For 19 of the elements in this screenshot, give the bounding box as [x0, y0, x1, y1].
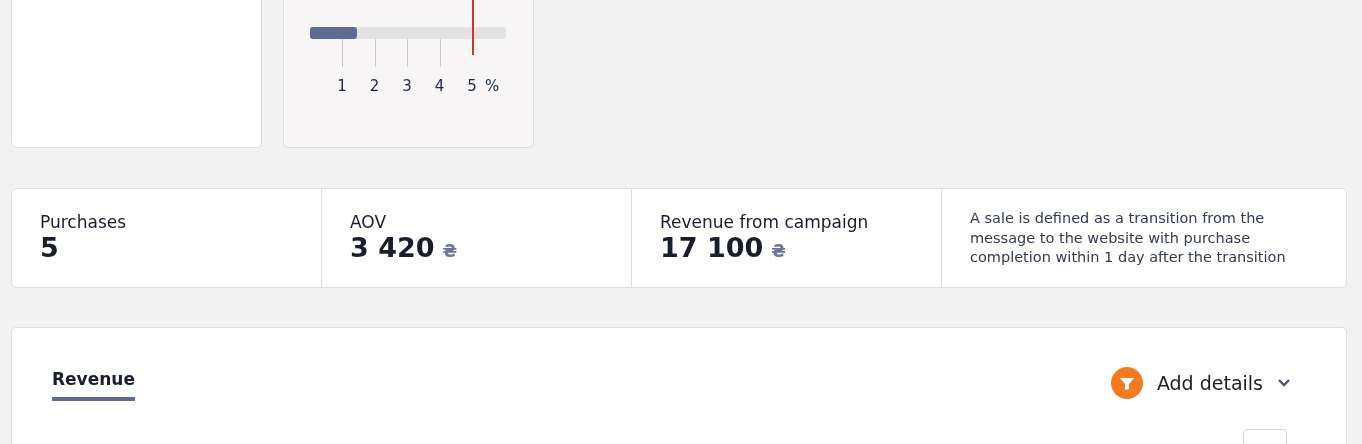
- unit-label: %: [485, 77, 500, 95]
- chevron-down-icon[interactable]: [1277, 377, 1291, 388]
- stat-value: 5: [40, 233, 59, 263]
- stat-value: 17 100: [660, 233, 764, 263]
- tick-label: 5: [467, 77, 477, 95]
- filter-icon[interactable]: [1110, 366, 1143, 399]
- add-details-button[interactable]: Add details: [1156, 371, 1263, 394]
- tick-label: 1: [337, 77, 347, 95]
- tab[interactable]: Revenue: [52, 365, 135, 401]
- tick-label: 4: [434, 77, 445, 95]
- tick-label: 2: [369, 77, 380, 95]
- currency-sign: ₴: [771, 241, 786, 261]
- stat-label: AOV: [350, 211, 388, 233]
- currency-sign: ₴: [442, 241, 458, 261]
- tick-label: 3: [402, 77, 412, 95]
- stat-value: 3 420: [350, 233, 435, 263]
- stat-label: Purchases: [40, 211, 128, 233]
- note-text: A sale is defined as a transition from the message to the website with purchase completion within 1 day after the transition: [970, 209, 1287, 267]
- stat-label: Revenue from campaign: [660, 211, 870, 233]
